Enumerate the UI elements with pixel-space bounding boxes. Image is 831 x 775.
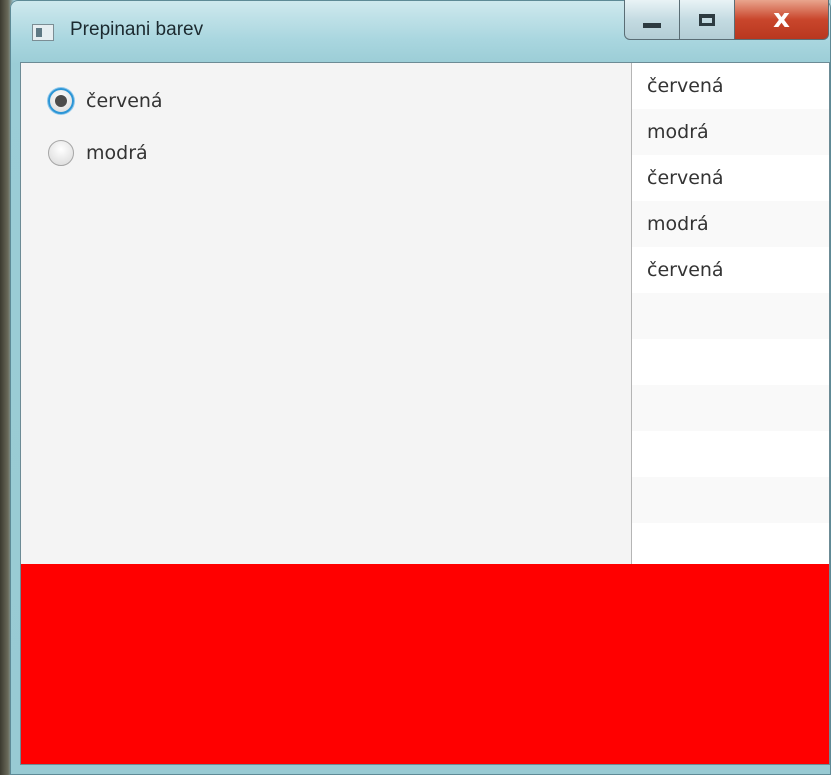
maximize-icon xyxy=(699,13,715,26)
minimize-icon xyxy=(643,23,661,28)
caption-buttons: x xyxy=(624,0,831,43)
list-item[interactable]: červená xyxy=(632,155,829,201)
radio-button[interactable] xyxy=(48,140,74,166)
maximize-button[interactable] xyxy=(679,0,735,40)
radio-option-modra[interactable]: modrá xyxy=(48,138,148,168)
radio-selected-dot xyxy=(55,95,67,107)
radio-label: červená xyxy=(86,90,163,112)
client-area: červená modrá červená modrá červená modrá če… xyxy=(20,62,830,765)
color-history-list[interactable]: červená modrá červená modrá červená xyxy=(631,63,829,564)
radio-option-cervena[interactable]: červená xyxy=(48,86,163,116)
window-title: Prepinani barev xyxy=(70,19,204,40)
list-item[interactable] xyxy=(632,339,829,385)
list-item[interactable]: červená xyxy=(632,63,829,109)
list-item[interactable]: modrá xyxy=(632,201,829,247)
close-icon: x xyxy=(773,3,790,34)
color-options-pane: červená modrá xyxy=(21,63,631,564)
close-button[interactable]: x xyxy=(734,0,829,40)
app-icon xyxy=(32,24,54,41)
list-item[interactable] xyxy=(632,293,829,339)
list-item[interactable] xyxy=(632,477,829,523)
color-preview-panel xyxy=(21,564,829,764)
list-item[interactable] xyxy=(632,431,829,477)
radio-label: modrá xyxy=(86,142,148,164)
radio-button[interactable] xyxy=(48,88,74,114)
list-item[interactable] xyxy=(632,385,829,431)
minimize-button[interactable] xyxy=(624,0,680,40)
list-item[interactable]: modrá xyxy=(632,109,829,155)
list-item[interactable]: červená xyxy=(632,247,829,293)
